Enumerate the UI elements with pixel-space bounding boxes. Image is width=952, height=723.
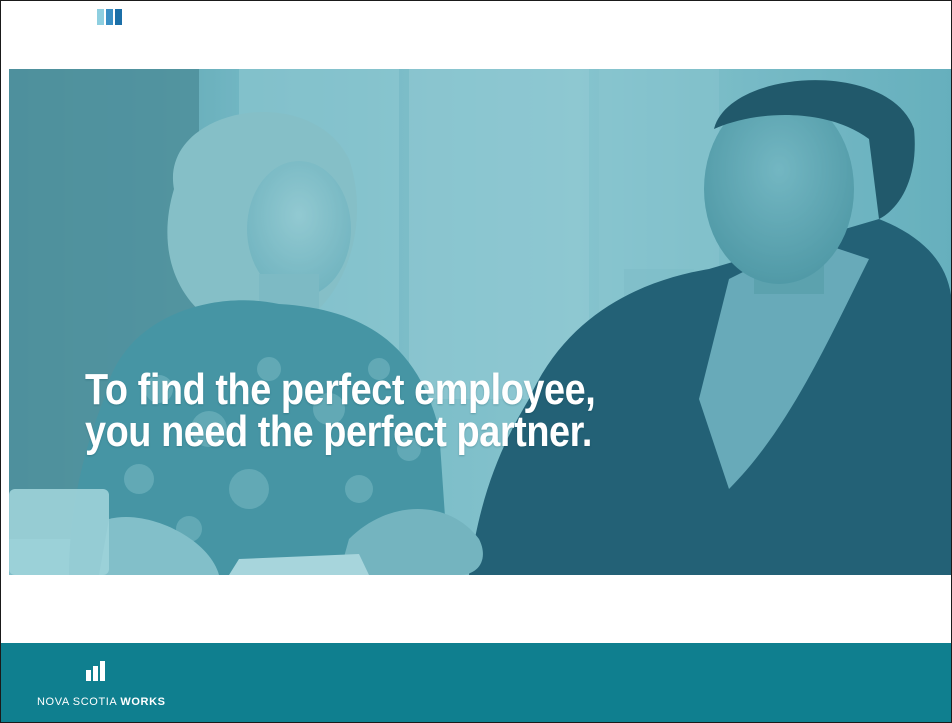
footer-band: NOVA SCOTIA WORKS — [1, 643, 951, 722]
brand-name-light: NOVA SCOTIA — [37, 696, 121, 708]
hero-headline: To find the perfect employee, you need t… — [85, 368, 596, 456]
brand-name: NOVA SCOTIA WORKS — [37, 696, 166, 708]
slide-frame: To find the perfect employee, you need t… — [0, 0, 952, 723]
hero-photo-illustration — [9, 69, 951, 575]
bars-logo-icon — [86, 661, 108, 681]
headline-line-2: you need the perfect partner. — [85, 407, 592, 456]
footer-logo: NOVA SCOTIA WORKS — [31, 661, 211, 717]
brand-name-bold: WORKS — [120, 696, 166, 708]
bars-logo-icon — [97, 9, 127, 25]
hero-photo: To find the perfect employee, you need t… — [9, 69, 951, 575]
